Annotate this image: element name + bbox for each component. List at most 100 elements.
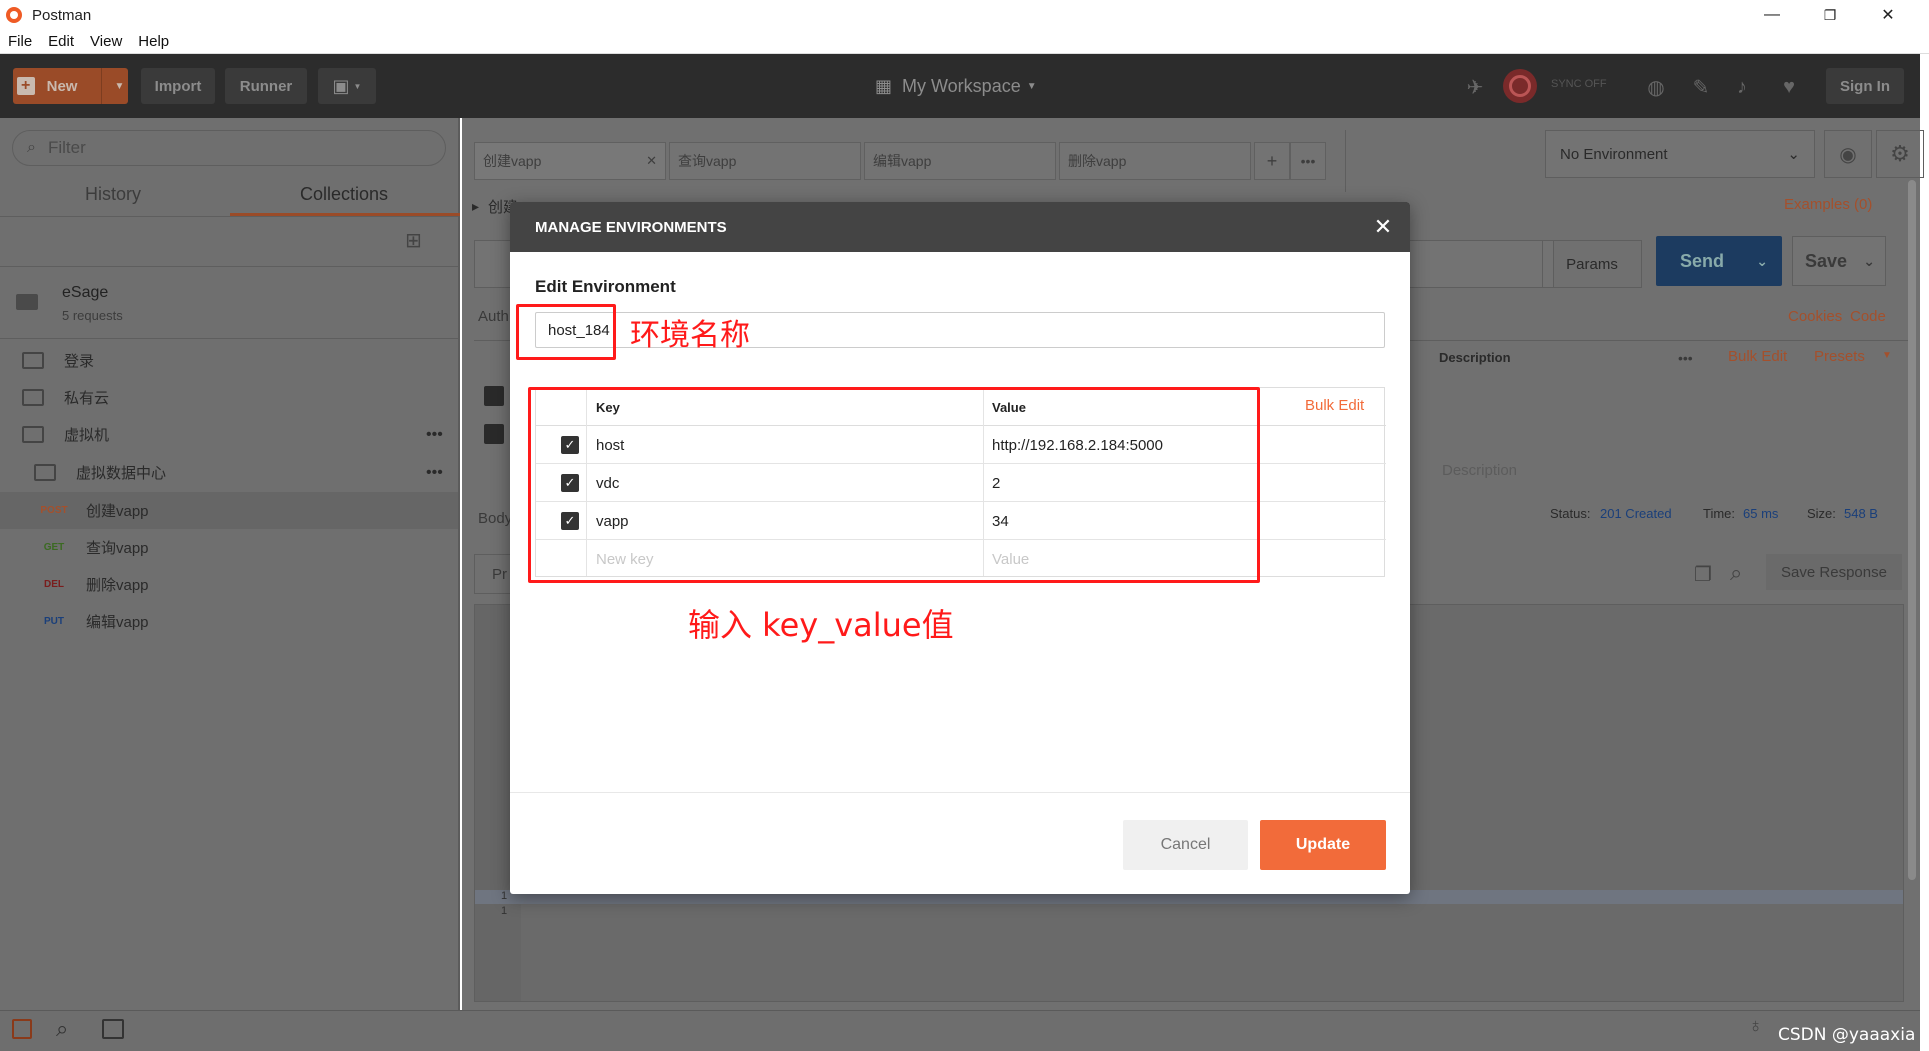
menu-file[interactable]: File bbox=[8, 33, 32, 50]
request-tab[interactable]: 编辑vapp bbox=[864, 142, 1056, 180]
request-name: 删除vapp bbox=[86, 577, 149, 594]
sign-in-button[interactable]: Sign In bbox=[1826, 68, 1904, 104]
close-icon[interactable]: ✕ bbox=[1370, 214, 1396, 240]
menu-help[interactable]: Help bbox=[138, 33, 169, 50]
environment-select[interactable]: No Environment ⌄ bbox=[1545, 130, 1815, 178]
request-item[interactable]: DEL 删除vapp bbox=[0, 566, 458, 603]
update-button[interactable]: Update bbox=[1260, 820, 1386, 870]
sidebar-toggle-icon[interactable] bbox=[12, 1019, 32, 1039]
annotation-box-key-value bbox=[528, 387, 1260, 583]
chevron-down-icon[interactable]: ▼ bbox=[114, 81, 124, 92]
request-item[interactable]: POST 创建vapp bbox=[0, 492, 458, 529]
lightbulb-icon[interactable]: ♁ bbox=[1748, 1015, 1763, 1038]
tab-history[interactable]: History bbox=[85, 184, 141, 205]
runner-button[interactable]: Runner bbox=[225, 68, 307, 104]
new-button[interactable]: + New ▼ bbox=[13, 68, 128, 104]
scrollbar[interactable] bbox=[1908, 180, 1916, 880]
folder-open-icon bbox=[34, 464, 56, 481]
request-item[interactable]: GET 查询vapp bbox=[0, 529, 458, 566]
request-tab[interactable]: 创建vapp ✕ bbox=[474, 142, 666, 180]
request-name: 编辑vapp bbox=[86, 614, 149, 631]
save-response-button[interactable]: Save Response bbox=[1766, 554, 1902, 590]
filter-placeholder: Filter bbox=[47, 138, 86, 157]
folder-label: 虚拟数据中心 bbox=[76, 465, 167, 482]
more-tabs-icon[interactable]: ••• bbox=[1290, 142, 1326, 180]
folder-item[interactable]: 虚拟机 ••• bbox=[0, 416, 458, 453]
minimize-button[interactable]: — bbox=[1743, 0, 1801, 30]
close-icon[interactable]: ✕ bbox=[646, 153, 657, 169]
checkbox[interactable] bbox=[484, 424, 504, 444]
request-tab[interactable]: 删除vapp bbox=[1059, 142, 1251, 180]
menu-edit[interactable]: Edit bbox=[48, 33, 74, 50]
send-button[interactable]: Send ⌄ bbox=[1656, 236, 1782, 286]
folder-open-icon bbox=[22, 426, 44, 443]
search-icon[interactable]: ⌕ bbox=[56, 1016, 68, 1042]
more-icon[interactable]: ••• bbox=[426, 426, 443, 444]
add-tab-button[interactable]: + bbox=[1254, 142, 1290, 180]
import-button[interactable]: Import bbox=[141, 68, 215, 104]
chevron-down-icon[interactable]: ⌄ bbox=[1863, 253, 1875, 270]
status-value: 201 Created bbox=[1600, 506, 1672, 521]
send-label: Send bbox=[1680, 250, 1725, 271]
tab-collections[interactable]: Collections bbox=[300, 184, 388, 205]
tab-pretty[interactable]: Pr bbox=[474, 554, 514, 594]
wrench-icon[interactable]: ✎ bbox=[1688, 74, 1714, 100]
satellite-icon[interactable]: ✈ bbox=[1462, 74, 1488, 100]
tab-label: 编辑vapp bbox=[873, 153, 932, 169]
collection-name[interactable]: eSage bbox=[62, 284, 108, 302]
search-icon[interactable]: ⌕ bbox=[1730, 560, 1742, 586]
description-column-header: Description bbox=[1439, 350, 1511, 365]
checkbox[interactable] bbox=[484, 386, 504, 406]
globe-icon[interactable]: ◍ bbox=[1643, 74, 1669, 100]
gear-icon[interactable]: ⚙ bbox=[1876, 130, 1924, 178]
more-icon[interactable]: ••• bbox=[426, 464, 443, 482]
workspace-label: My Workspace bbox=[902, 75, 1021, 96]
bell-icon[interactable]: ♪ bbox=[1729, 74, 1755, 100]
header-toolbar: + New ▼ Import Runner ▣ ▼ ▦ My Workspace… bbox=[0, 54, 1920, 118]
eye-icon[interactable]: ◉ bbox=[1824, 130, 1872, 178]
params-button[interactable]: Params bbox=[1542, 240, 1642, 288]
divider bbox=[0, 216, 458, 217]
tab-auth[interactable]: Auth bbox=[478, 308, 509, 325]
save-button[interactable]: Save ⌄ bbox=[1792, 236, 1886, 286]
restore-button[interactable]: ❐ bbox=[1801, 0, 1859, 30]
examples-link[interactable]: Examples (0) bbox=[1784, 196, 1872, 213]
filter-input[interactable]: ⌕ Filter bbox=[12, 130, 446, 166]
folder-item[interactable]: 虚拟数据中心 ••• bbox=[0, 454, 458, 491]
description-placeholder[interactable]: Description bbox=[1442, 462, 1517, 479]
request-item[interactable]: PUT 编辑vapp bbox=[0, 603, 458, 640]
folder-icon bbox=[22, 352, 44, 369]
folder-item[interactable]: 私有云 bbox=[0, 379, 458, 416]
copy-icon[interactable]: ❐ bbox=[1694, 562, 1712, 587]
heart-icon[interactable]: ♥ bbox=[1776, 74, 1802, 100]
new-collection-icon[interactable]: ⊞ bbox=[405, 228, 422, 253]
presets-dropdown[interactable]: Presets bbox=[1814, 348, 1865, 365]
console-icon[interactable] bbox=[102, 1019, 124, 1039]
method-badge: GET bbox=[43, 542, 65, 553]
code-link[interactable]: Code bbox=[1850, 308, 1886, 325]
menu-bar: File Edit View Help bbox=[0, 30, 1929, 54]
folder-label: 私有云 bbox=[64, 390, 110, 407]
menu-view[interactable]: View bbox=[90, 33, 122, 50]
new-window-button[interactable]: ▣ ▼ bbox=[318, 68, 376, 104]
request-tab[interactable]: 查询vapp bbox=[669, 142, 861, 180]
expand-caret-icon[interactable]: ▸ bbox=[472, 198, 479, 215]
cancel-button[interactable]: Cancel bbox=[1123, 820, 1248, 870]
chevron-down-icon[interactable]: ⌄ bbox=[1756, 253, 1768, 270]
request-name: 查询vapp bbox=[86, 540, 149, 557]
window-title: Postman bbox=[32, 6, 92, 24]
more-icon[interactable]: ••• bbox=[1678, 350, 1693, 366]
method-badge: PUT bbox=[44, 616, 64, 627]
annotation-box-env-name bbox=[516, 304, 616, 360]
tab-body[interactable]: Body bbox=[478, 510, 512, 527]
status-label: Status: bbox=[1550, 506, 1591, 521]
folder-item[interactable]: 登录 bbox=[0, 342, 458, 379]
close-window-button[interactable]: ✕ bbox=[1859, 0, 1917, 30]
bulk-edit-link[interactable]: Bulk Edit bbox=[1728, 348, 1787, 365]
chevron-down-icon: ⌄ bbox=[1787, 146, 1800, 163]
cookies-link[interactable]: Cookies bbox=[1788, 308, 1842, 325]
sync-status-icon[interactable] bbox=[1503, 69, 1537, 103]
time-value: 65 ms bbox=[1743, 506, 1779, 521]
workspace-switcher[interactable]: ▦ My Workspace ▼ bbox=[875, 72, 1037, 100]
divider bbox=[1345, 130, 1346, 192]
